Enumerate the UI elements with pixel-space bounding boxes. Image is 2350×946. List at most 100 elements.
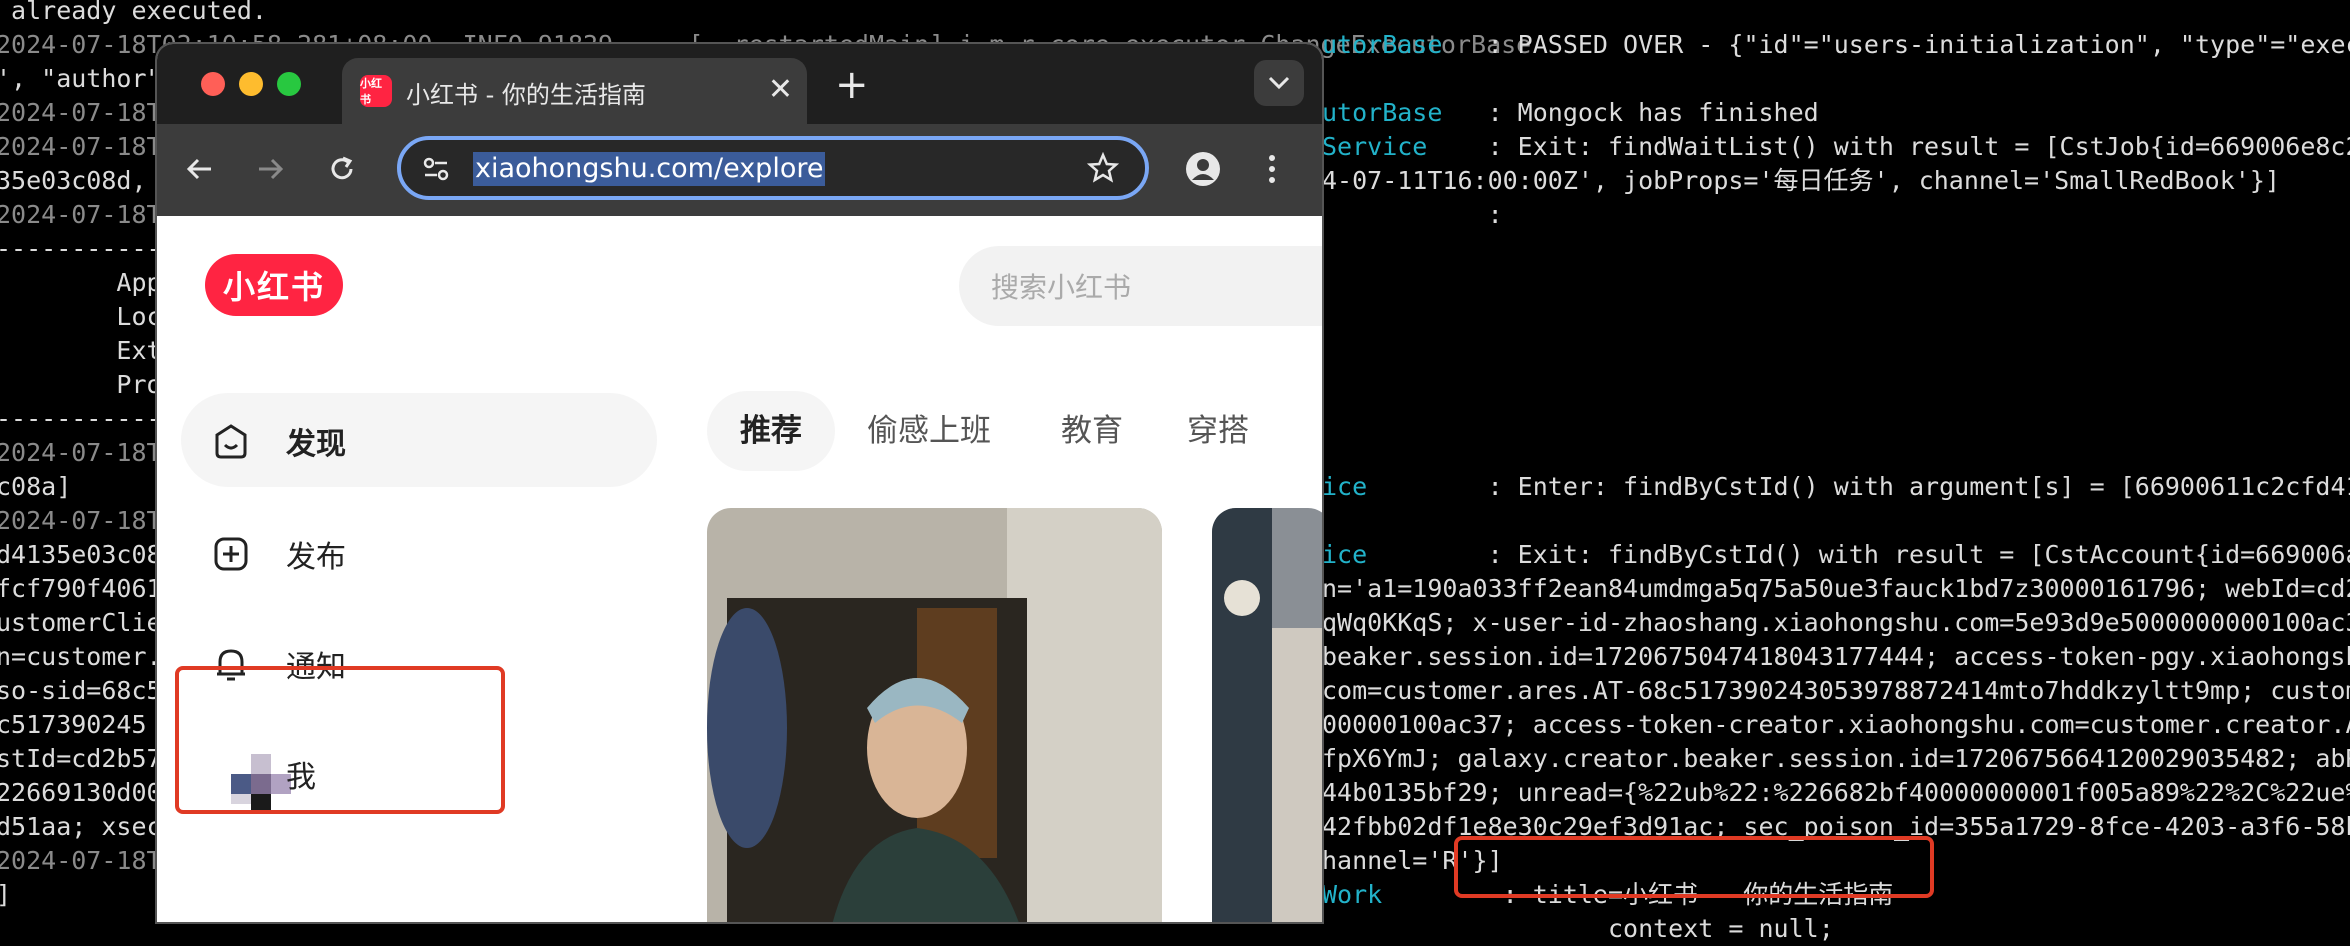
feed-photo	[707, 508, 1162, 922]
title-log-highlight-box	[1454, 836, 1934, 898]
tab-title: 小红书 - 你的生活指南	[406, 81, 646, 109]
terminal-line: Loca	[0, 302, 177, 331]
close-window-button[interactable]	[201, 72, 225, 96]
terminal-line: fcf790f4061	[0, 574, 162, 603]
terminal-line-right: context = null;	[1322, 912, 1834, 946]
terminal-line: so-sid=68c51	[0, 676, 177, 705]
terminal-line: 2024-07-18T0	[0, 846, 177, 875]
terminal-line-right: 4-07-11T16:00:00Z', jobProps='每日任务', cha…	[1322, 164, 2280, 198]
terminal-logger-name: utorBase	[1322, 98, 1443, 127]
reload-button[interactable]	[319, 146, 365, 192]
channel-tab-3[interactable]: 教育	[1061, 391, 1123, 471]
terminal-line: 2024-07-18T0	[0, 200, 177, 229]
terminal-line: n=customer.a	[0, 642, 177, 671]
terminal-line: 22669130d00	[0, 778, 162, 807]
kebab-menu-icon	[1269, 155, 1275, 183]
terminal-logger-name: ice	[1322, 472, 1368, 501]
terminal-line-right: fpX6YmJ; galaxy.creator.beaker.session.i…	[1322, 742, 2350, 776]
terminal-line-right: com=customer.ares.AT-68c5173902430539788…	[1322, 674, 2350, 708]
channel-tab-recommend[interactable]: 推荐	[707, 391, 835, 471]
terminal-line-right: n='a1=190a033ff2ean84umdmga5q75a50ue3fau…	[1322, 572, 2350, 606]
terminal-line: already executed.	[0, 0, 267, 25]
terminal-line-right: utorBase : Mongock has finished	[1322, 96, 1819, 130]
terminal-logger-name: utorBase	[1322, 30, 1443, 59]
browser-menu-button[interactable]	[1249, 146, 1295, 192]
terminal-line: Appl	[0, 268, 177, 297]
search-box[interactable]: 搜索小红书	[959, 246, 1322, 326]
terminal-logger-name: Service	[1322, 132, 1428, 161]
terminal-line-right: beaker.session.id=1720675047418043177444…	[1322, 640, 2350, 674]
address-bar[interactable]: xiaohongshu.com/explore	[397, 136, 1149, 200]
page-content: 小红书 搜索小红书 发现 发布 通知 我 推荐 偷感上班 教育 穿搭	[157, 216, 1322, 922]
tab-close-button[interactable]: ✕	[768, 70, 793, 110]
terminal-line-right: :	[1322, 198, 1503, 232]
terminal-line-right: 00000100ac37; access-token-creator.xiaoh…	[1322, 708, 2350, 742]
terminal-line: stId=cd2b57	[0, 744, 162, 773]
terminal-line: ', "author"=	[0, 64, 177, 93]
terminal-line: Prof	[0, 370, 177, 399]
feed-card-image-2[interactable]	[1212, 508, 1322, 922]
terminal-message: : Enter: findByCstId() with argument[s] …	[1367, 472, 2350, 501]
site-settings-icon	[423, 157, 449, 181]
browser-window: 小红书 小红书 - 你的生活指南 ✕ + xiaohongshu.com/exp…	[157, 44, 1322, 922]
terminal-line-right: qWq0KKqS; x-user-id-zhaoshang.xiaohongsh…	[1322, 606, 2350, 640]
terminal-message: qWq0KKqS; x-user-id-zhaoshang.xiaohongsh…	[1322, 608, 2350, 637]
navigation-bar: xiaohongshu.com/explore	[157, 124, 1322, 216]
terminal-line: c517390245	[0, 710, 147, 739]
terminal-message: 44b0135bf29; unread={%22ub%22:%226682bf4…	[1322, 778, 2350, 807]
feed-card-image[interactable]	[707, 508, 1162, 922]
terminal-message: :	[1322, 200, 1503, 229]
terminal-message: beaker.session.id=1720675047418043177444…	[1322, 642, 2350, 671]
terminal-line: 2024-07-18T0	[0, 438, 177, 467]
tab-bar: 小红书 小红书 - 你的生活指南 ✕ +	[157, 44, 1322, 124]
terminal-message: : Mongock has finished	[1442, 98, 1819, 127]
new-tab-button[interactable]: +	[835, 60, 869, 110]
terminal-line: d4135e03c08	[0, 540, 162, 569]
discover-icon	[215, 424, 247, 459]
feed-photo-2	[1212, 508, 1322, 922]
sidebar-item-label: 发布	[286, 540, 346, 575]
terminal-line: c08a]	[0, 472, 72, 501]
reload-icon	[331, 156, 353, 180]
terminal-line-right: Service : Exit: findWaitList() with resu…	[1322, 130, 2350, 164]
terminal-line-right: ice : Exit: findByCstId() with result = …	[1322, 538, 2350, 572]
terminal-message: fpX6YmJ; galaxy.creator.beaker.session.i…	[1322, 744, 2350, 773]
publish-icon	[214, 537, 248, 571]
profile-icon	[1186, 152, 1220, 186]
terminal-message: context = null;	[1322, 914, 1834, 943]
terminal-message: n='a1=190a033ff2ean84umdmga5q75a50ue3fau…	[1322, 574, 2350, 603]
minimize-window-button[interactable]	[239, 72, 263, 96]
xiaohongshu-logo[interactable]: 小红书	[205, 254, 343, 316]
terminal-message: : Exit: findWaitList() with result = [Cs…	[1427, 132, 2350, 161]
forward-arrow-icon	[259, 158, 284, 180]
sidebar-item-label: 发现	[286, 427, 346, 462]
terminal-logger-name: Work	[1322, 880, 1383, 909]
chevron-down-icon	[1268, 76, 1290, 90]
terminal-line-right: ice : Enter: findByCstId() with argument…	[1322, 470, 2350, 504]
search-placeholder: 搜索小红书	[991, 271, 1132, 304]
terminal-line: 2024-07-18T0	[0, 98, 177, 127]
terminal-line-right: 44b0135bf29; unread={%22ub%22:%226682bf4…	[1322, 776, 2350, 810]
terminal-line: d51aa; xsec	[0, 812, 162, 841]
channel-tab-2[interactable]: 偷感上班	[867, 391, 991, 471]
sidebar-item-publish[interactable]: 发布	[181, 506, 657, 600]
sidebar-item-discover[interactable]: 发现	[181, 393, 657, 487]
terminal-line: 2024-07-18T0	[0, 506, 177, 535]
sidebar-me-highlight-box	[175, 666, 505, 814]
terminal-line: 35e03c08d, r	[0, 166, 177, 195]
back-button[interactable]	[177, 146, 223, 192]
terminal-line-right: utorBase : PASSED OVER - {"id"="users-in…	[1322, 28, 2350, 62]
terminal-line: Exte	[0, 336, 177, 365]
forward-button[interactable]	[247, 146, 293, 192]
channel-tab-4[interactable]: 穿搭	[1187, 391, 1249, 471]
bookmark-star-icon[interactable]	[1087, 152, 1119, 184]
tab-favicon-icon: 小红书	[360, 75, 392, 107]
terminal-message: 00000100ac37; access-token-creator.xiaoh…	[1322, 710, 2350, 739]
url-text[interactable]: xiaohongshu.com/explore	[473, 152, 826, 186]
terminal-message: : PASSED OVER - {"id"="users-initializat…	[1442, 30, 2350, 59]
tab-search-button[interactable]	[1254, 60, 1304, 106]
profile-button[interactable]	[1180, 146, 1226, 192]
zoom-window-button[interactable]	[277, 72, 301, 96]
tab-xiaohongshu[interactable]: 小红书 小红书 - 你的生活指南 ✕	[342, 58, 807, 124]
terminal-message: com=customer.ares.AT-68c5173902430539788…	[1322, 676, 2350, 705]
